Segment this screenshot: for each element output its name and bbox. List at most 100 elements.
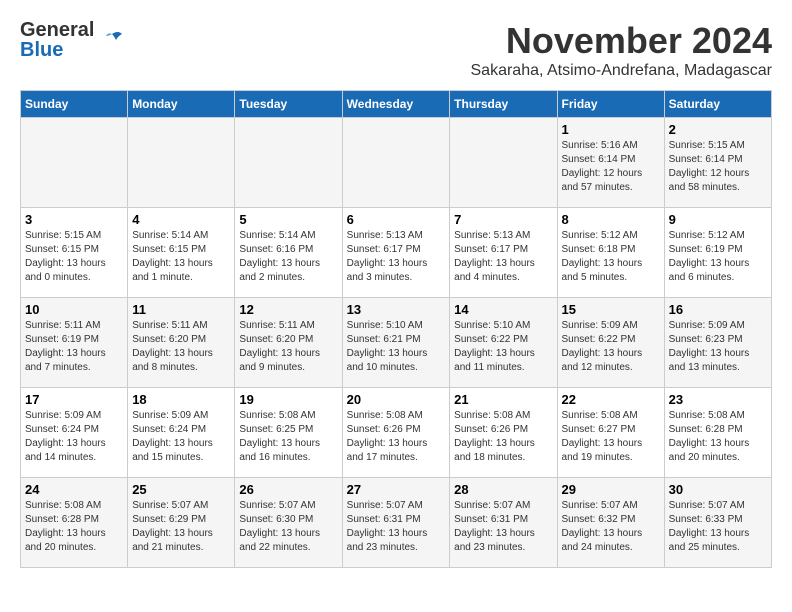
day-info: Sunrise: 5:10 AMSunset: 6:21 PMDaylight:… xyxy=(347,319,446,375)
calendar-cell: 30 Sunrise: 5:07 AMSunset: 6:33 PMDayligh… xyxy=(664,478,771,568)
day-number: 2 xyxy=(669,122,767,137)
day-number: 9 xyxy=(669,212,767,227)
day-number: 20 xyxy=(347,392,446,407)
calendar-cell: 29Sunrise: 5:07 AMSunset: 6:32 PMDayligh… xyxy=(557,478,664,568)
calendar-cell: 11 Sunrise: 5:11 AMSunset: 6:20 PMDayligh… xyxy=(128,298,235,388)
day-info: Sunrise: 5:10 AMSunset: 6:22 PMDaylight:… xyxy=(454,319,552,375)
day-number: 23 xyxy=(669,392,767,407)
day-number: 5 xyxy=(239,212,337,227)
day-number: 26 xyxy=(239,482,337,497)
calendar-cell xyxy=(342,118,450,208)
day-number: 19 xyxy=(239,392,337,407)
day-info: Sunrise: 5:11 AMSunset: 6:19 PMDaylight:… xyxy=(25,319,123,375)
day-info: Sunrise: 5:08 AMSunset: 6:26 PMDaylight:… xyxy=(347,409,446,465)
day-number: 10 xyxy=(25,302,123,317)
calendar-cell: 3Sunrise: 5:15 AMSunset: 6:15 PMDaylight… xyxy=(21,208,128,298)
day-number: 21 xyxy=(454,392,552,407)
day-info: Sunrise: 5:07 AMSunset: 6:30 PMDaylight:… xyxy=(239,499,337,555)
calendar-week-4: 17 Sunrise: 5:09 AMSunset: 6:24 PMDayligh… xyxy=(21,388,772,478)
calendar-cell: 22 Sunrise: 5:08 AMSunset: 6:27 PMDayligh… xyxy=(557,388,664,478)
calendar-cell: 28Sunrise: 5:07 AMSunset: 6:31 PMDayligh… xyxy=(450,478,557,568)
day-number: 3 xyxy=(25,212,123,227)
day-number: 11 xyxy=(132,302,230,317)
day-info: Sunrise: 5:14 AMSunset: 6:15 PMDaylight:… xyxy=(132,229,230,285)
calendar-cell xyxy=(450,118,557,208)
day-info: Sunrise: 5:09 AMSunset: 6:22 PMDaylight:… xyxy=(562,319,660,375)
day-number: 25 xyxy=(132,482,230,497)
calendar-cell: 14 Sunrise: 5:10 AMSunset: 6:22 PMDayligh… xyxy=(450,298,557,388)
logo-blue: Blue xyxy=(20,40,94,60)
day-info: Sunrise: 5:08 AMSunset: 6:28 PMDaylight:… xyxy=(669,409,767,465)
calendar-cell: 1 Sunrise: 5:16 AMSunset: 6:14 PMDaylight… xyxy=(557,118,664,208)
calendar-cell: 6 Sunrise: 5:13 AMSunset: 6:17 PMDaylight… xyxy=(342,208,450,298)
day-number: 27 xyxy=(347,482,446,497)
day-info: Sunrise: 5:07 AMSunset: 6:33 PMDaylight:… xyxy=(669,499,767,555)
calendar-cell: 15Sunrise: 5:09 AMSunset: 6:22 PMDayligh… xyxy=(557,298,664,388)
day-number: 7 xyxy=(454,212,552,227)
calendar-cell: 25Sunrise: 5:07 AMSunset: 6:29 PMDayligh… xyxy=(128,478,235,568)
day-number: 8 xyxy=(562,212,660,227)
day-info: Sunrise: 5:15 AMSunset: 6:14 PMDaylight:… xyxy=(669,139,767,195)
calendar-cell xyxy=(235,118,342,208)
day-info: Sunrise: 5:07 AMSunset: 6:31 PMDaylight:… xyxy=(454,499,552,555)
day-info: Sunrise: 5:11 AMSunset: 6:20 PMDaylight:… xyxy=(132,319,230,375)
day-info: Sunrise: 5:08 AMSunset: 6:26 PMDaylight:… xyxy=(454,409,552,465)
day-number: 29 xyxy=(562,482,660,497)
calendar-cell xyxy=(128,118,235,208)
calendar-table: SundayMondayTuesdayWednesdayThursdayFrid… xyxy=(20,90,772,568)
weekday-header-monday: Monday xyxy=(128,91,235,118)
calendar-cell: 2 Sunrise: 5:15 AMSunset: 6:14 PMDaylight… xyxy=(664,118,771,208)
day-number: 24 xyxy=(25,482,123,497)
calendar-cell: 24 Sunrise: 5:08 AMSunset: 6:28 PMDayligh… xyxy=(21,478,128,568)
weekday-header-row: SundayMondayTuesdayWednesdayThursdayFrid… xyxy=(21,91,772,118)
weekday-header-thursday: Thursday xyxy=(450,91,557,118)
day-number: 18 xyxy=(132,392,230,407)
weekday-header-tuesday: Tuesday xyxy=(235,91,342,118)
day-info: Sunrise: 5:08 AMSunset: 6:28 PMDaylight:… xyxy=(25,499,123,555)
calendar-cell: 10 Sunrise: 5:11 AMSunset: 6:19 PMDayligh… xyxy=(21,298,128,388)
day-info: Sunrise: 5:09 AMSunset: 6:24 PMDaylight:… xyxy=(132,409,230,465)
calendar-week-3: 10 Sunrise: 5:11 AMSunset: 6:19 PMDayligh… xyxy=(21,298,772,388)
day-info: Sunrise: 5:09 AMSunset: 6:24 PMDaylight:… xyxy=(25,409,123,465)
weekday-header-saturday: Saturday xyxy=(664,91,771,118)
day-info: Sunrise: 5:12 AMSunset: 6:19 PMDaylight:… xyxy=(669,229,767,285)
calendar-cell: 13Sunrise: 5:10 AMSunset: 6:21 PMDayligh… xyxy=(342,298,450,388)
day-number: 16 xyxy=(669,302,767,317)
weekday-header-wednesday: Wednesday xyxy=(342,91,450,118)
day-number: 1 xyxy=(562,122,660,137)
day-info: Sunrise: 5:16 AMSunset: 6:14 PMDaylight:… xyxy=(562,139,660,195)
day-info: Sunrise: 5:07 AMSunset: 6:31 PMDaylight:… xyxy=(347,499,446,555)
calendar-cell: 9 Sunrise: 5:12 AMSunset: 6:19 PMDaylight… xyxy=(664,208,771,298)
logo-general: General xyxy=(20,20,94,40)
day-number: 4 xyxy=(132,212,230,227)
day-number: 30 xyxy=(669,482,767,497)
calendar-header: SundayMondayTuesdayWednesdayThursdayFrid… xyxy=(21,91,772,118)
day-info: Sunrise: 5:11 AMSunset: 6:20 PMDaylight:… xyxy=(239,319,337,375)
calendar-week-2: 3Sunrise: 5:15 AMSunset: 6:15 PMDaylight… xyxy=(21,208,772,298)
calendar-cell: 8 Sunrise: 5:12 AMSunset: 6:18 PMDaylight… xyxy=(557,208,664,298)
day-number: 12 xyxy=(239,302,337,317)
weekday-header-sunday: Sunday xyxy=(21,91,128,118)
day-info: Sunrise: 5:14 AMSunset: 6:16 PMDaylight:… xyxy=(239,229,337,285)
calendar-cell: 5 Sunrise: 5:14 AMSunset: 6:16 PMDaylight… xyxy=(235,208,342,298)
calendar-cell: 7Sunrise: 5:13 AMSunset: 6:17 PMDaylight… xyxy=(450,208,557,298)
subtitle: Sakaraha, Atsimo-Andrefana, Madagascar xyxy=(471,62,773,80)
day-info: Sunrise: 5:08 AMSunset: 6:25 PMDaylight:… xyxy=(239,409,337,465)
day-number: 22 xyxy=(562,392,660,407)
page-header: General Blue November 2024 Sakaraha, Ats… xyxy=(20,20,772,80)
calendar-cell: 20 Sunrise: 5:08 AMSunset: 6:26 PMDayligh… xyxy=(342,388,450,478)
calendar-cell: 17 Sunrise: 5:09 AMSunset: 6:24 PMDayligh… xyxy=(21,388,128,478)
title-section: November 2024 Sakaraha, Atsimo-Andrefana… xyxy=(471,20,773,80)
day-info: Sunrise: 5:09 AMSunset: 6:23 PMDaylight:… xyxy=(669,319,767,375)
calendar-cell: 4 Sunrise: 5:14 AMSunset: 6:15 PMDaylight… xyxy=(128,208,235,298)
calendar-cell: 16 Sunrise: 5:09 AMSunset: 6:23 PMDayligh… xyxy=(664,298,771,388)
logo: General Blue xyxy=(20,20,126,60)
logo-bird-icon xyxy=(98,26,126,54)
day-info: Sunrise: 5:12 AMSunset: 6:18 PMDaylight:… xyxy=(562,229,660,285)
day-info: Sunrise: 5:08 AMSunset: 6:27 PMDaylight:… xyxy=(562,409,660,465)
day-number: 6 xyxy=(347,212,446,227)
day-number: 17 xyxy=(25,392,123,407)
calendar-cell: 21 Sunrise: 5:08 AMSunset: 6:26 PMDayligh… xyxy=(450,388,557,478)
day-info: Sunrise: 5:13 AMSunset: 6:17 PMDaylight:… xyxy=(347,229,446,285)
day-number: 14 xyxy=(454,302,552,317)
